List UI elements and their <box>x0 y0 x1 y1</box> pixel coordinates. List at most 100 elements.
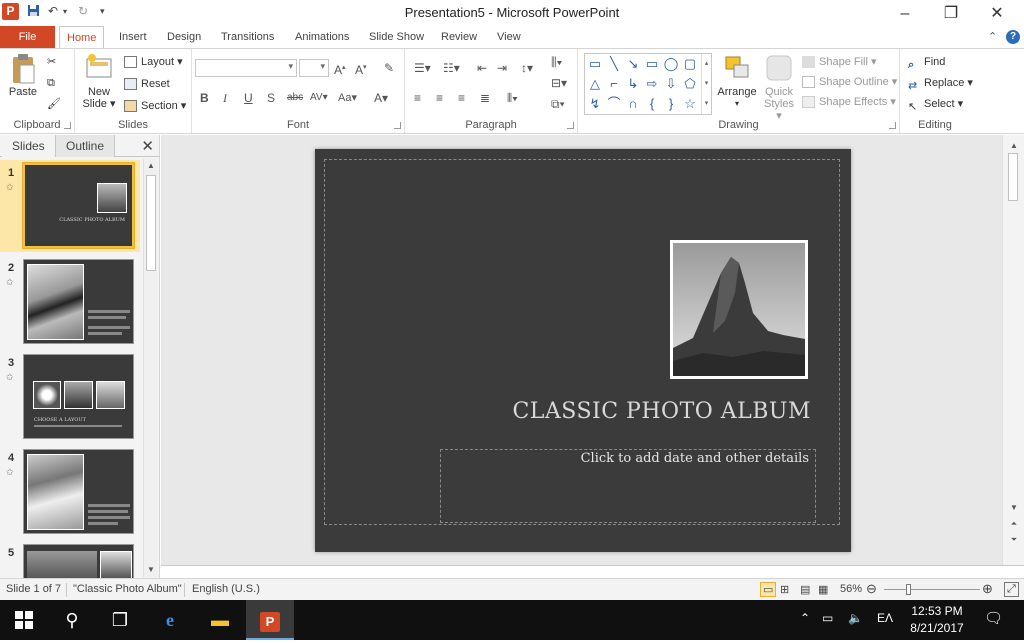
bold-icon[interactable]: B <box>200 89 209 107</box>
decrease-font-icon[interactable]: A▾ <box>355 59 367 77</box>
fit-to-window-icon[interactable]: ⤢ <box>1004 582 1019 597</box>
taskbar-clock[interactable]: 12:53 PM 8/21/2017 <box>900 603 974 637</box>
align-left-icon[interactable]: ≡ <box>414 89 421 107</box>
layout-button[interactable]: Layout ▾ <box>124 53 183 71</box>
line-shape-icon[interactable]: ╲ <box>605 55 623 73</box>
powerpoint-app-icon[interactable]: P <box>2 3 19 20</box>
italic-icon[interactable]: I <box>223 89 227 107</box>
input-language[interactable]: ΕΛ <box>877 611 893 625</box>
font-name-combo[interactable] <box>195 59 297 77</box>
tab-transitions[interactable]: Transitions <box>214 26 281 48</box>
search-icon[interactable]: ⚲ <box>48 600 96 640</box>
copy-icon[interactable]: ⧉ <box>47 74 55 92</box>
tab-insert[interactable]: Insert <box>112 26 154 48</box>
format-painter-icon[interactable]: 🖌 <box>47 95 61 113</box>
redo-icon[interactable]: ↻ <box>78 4 88 18</box>
quick-styles-button[interactable]: Quick Styles ▾ <box>760 53 798 122</box>
current-slide[interactable]: CLASSIC PHOTO ALBUM Click to add date an… <box>315 149 851 552</box>
show-hidden-icons-icon[interactable]: ⌃ <box>800 611 810 625</box>
slide-thumbnail-1[interactable]: CLASSIC PHOTO ALBUM <box>22 162 135 249</box>
internet-explorer-icon[interactable]: e <box>146 600 194 640</box>
task-view-icon[interactable]: ❐ <box>96 600 144 640</box>
tab-home[interactable]: Home <box>59 26 105 49</box>
tab-slides[interactable]: Slides <box>2 135 55 157</box>
slide-show-icon[interactable]: ▦ <box>818 583 828 596</box>
thumbnails-scrollbar[interactable]: ▲ ▼ <box>143 159 157 577</box>
drawing-dialog-launcher[interactable] <box>889 122 896 129</box>
scroll-down-icon[interactable]: ▼ <box>144 563 158 577</box>
volume-icon[interactable]: 🔈 <box>848 611 863 625</box>
close-button[interactable]: ✕ <box>974 0 1020 28</box>
minimize-ribbon-icon[interactable]: ⌃ <box>988 30 997 43</box>
curved-connector-icon[interactable]: ↯ <box>586 95 604 113</box>
scroll-down-icon[interactable]: ▼ <box>1007 501 1021 515</box>
find-button[interactable]: ⌕ Find <box>908 53 945 71</box>
shape-outline-button[interactable]: Shape Outline ▾ <box>802 73 897 91</box>
clear-formatting-icon[interactable]: ✎ <box>384 59 394 77</box>
clipboard-dialog-launcher[interactable] <box>64 122 71 129</box>
arrow-line-shape-icon[interactable]: ↘ <box>624 55 642 73</box>
justify-icon[interactable]: ≣ <box>480 89 490 107</box>
subtitle-placeholder[interactable]: Click to add date and other details <box>441 451 809 466</box>
textbox-shape-icon[interactable]: ▭ <box>586 55 604 73</box>
section-button[interactable]: Section ▾ <box>124 97 186 115</box>
curve-shape-icon[interactable]: ∩ <box>624 95 642 113</box>
down-arrow-shape-icon[interactable]: ⇩ <box>662 75 680 93</box>
elbow-arrow-icon[interactable]: ↳ <box>624 75 642 93</box>
slide-thumbnail-4[interactable] <box>23 449 134 534</box>
slide-thumbnail-5[interactable] <box>23 544 134 579</box>
tab-outline[interactable]: Outline <box>55 135 116 157</box>
scroll-up-icon[interactable]: ▲ <box>1007 139 1021 153</box>
powerpoint-taskbar-icon[interactable]: P <box>246 600 294 640</box>
tab-design[interactable]: Design <box>160 26 208 48</box>
reading-view-icon[interactable]: ▤ <box>800 583 810 596</box>
increase-indent-icon[interactable]: ⇥ <box>497 59 507 77</box>
undo-icon[interactable]: ↶ <box>48 4 58 18</box>
start-button[interactable] <box>0 600 48 640</box>
shadow-icon[interactable]: S <box>267 89 275 107</box>
shape-effects-button[interactable]: Shape Effects ▾ <box>802 93 896 111</box>
rectangle-shape-icon[interactable]: ▭ <box>643 55 661 73</box>
right-brace-shape-icon[interactable]: } <box>662 95 680 113</box>
arc-shape-icon[interactable]: ⌒ <box>605 95 623 113</box>
align-text-icon[interactable]: ⊟▾ <box>551 74 567 92</box>
character-spacing-icon[interactable]: AV▾ <box>310 89 328 107</box>
decrease-indent-icon[interactable]: ⇤ <box>477 59 487 77</box>
language-indicator[interactable]: English (U.S.) <box>192 583 260 595</box>
editor-scrollbar-thumb[interactable] <box>1008 153 1018 201</box>
align-right-icon[interactable]: ≡ <box>458 89 465 107</box>
font-size-combo[interactable] <box>299 59 329 77</box>
replace-button[interactable]: ⇄ Replace ▾ <box>908 74 973 92</box>
theme-name[interactable]: "Classic Photo Album" <box>73 583 182 595</box>
elbow-connector-icon[interactable]: ⌐ <box>605 75 623 93</box>
paste-button[interactable]: Paste <box>4 53 42 98</box>
undo-dropdown-icon[interactable]: ▾ <box>63 7 67 16</box>
scrollbar-thumb[interactable] <box>146 175 156 271</box>
select-button[interactable]: ↖ Select ▾ <box>908 95 963 113</box>
tab-review[interactable]: Review <box>434 26 484 48</box>
oval-shape-icon[interactable]: ◯ <box>662 55 680 73</box>
font-dialog-launcher[interactable] <box>394 122 401 129</box>
previous-slide-icon[interactable]: ⏶ <box>1007 517 1021 531</box>
increase-font-icon[interactable]: A▴ <box>334 59 346 77</box>
slide-sorter-icon[interactable]: ⊞ <box>780 583 789 596</box>
scroll-up-icon[interactable]: ▲ <box>144 159 158 173</box>
shape-fill-button[interactable]: Shape Fill ▾ <box>802 53 877 71</box>
arrange-button[interactable]: Arrange ▾ <box>716 53 758 110</box>
normal-view-icon[interactable]: ▭ <box>760 582 777 597</box>
notes-pane[interactable] <box>161 565 1024 578</box>
zoom-level[interactable]: 56% <box>840 583 862 595</box>
paragraph-dialog-launcher[interactable] <box>567 122 574 129</box>
triangle-shape-icon[interactable]: △ <box>586 75 604 93</box>
maximize-button[interactable]: ❐ <box>928 0 974 28</box>
customize-quick-access-icon[interactable]: ▾ <box>100 6 105 17</box>
shapes-gallery[interactable]: ▭ ╲ ↘ ▭ ◯ ▢ △ ⌐ ↳ ⇨ ⇩ ⬠ ↯ ⌒ ∩ { } ☆ ▴ ▾ ▾ <box>584 53 712 115</box>
star-shape-icon[interactable]: ☆ <box>681 95 699 113</box>
numbering-icon[interactable]: ☷▾ <box>443 59 460 77</box>
change-case-icon[interactable]: Aa▾ <box>338 89 357 107</box>
title-photo[interactable] <box>670 240 808 379</box>
smartart-icon[interactable]: ⧉▾ <box>551 95 565 113</box>
zoom-slider-thumb[interactable] <box>906 584 911 595</box>
align-center-icon[interactable]: ≡ <box>436 89 443 107</box>
right-arrow-shape-icon[interactable]: ⇨ <box>643 75 661 93</box>
